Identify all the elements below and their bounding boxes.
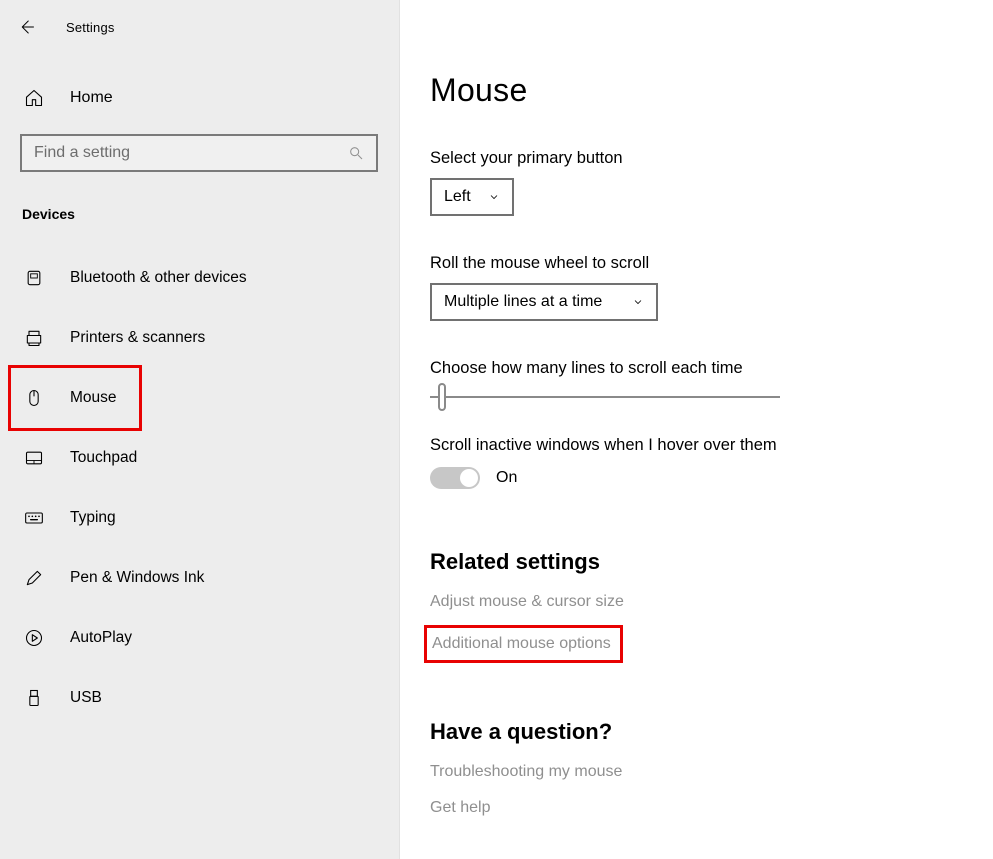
sidebar-item-autoplay[interactable]: AutoPlay [0,608,399,668]
mouse-icon [24,388,44,408]
related-heading: Related settings [430,549,963,575]
page-title: Mouse [430,72,963,109]
sidebar-item-pen[interactable]: Pen & Windows Ink [0,548,399,608]
lines-label: Choose how many lines to scroll each tim… [430,359,963,378]
link-get-help[interactable]: Get help [430,799,963,817]
sidebar-item-usb[interactable]: USB [0,668,399,728]
sidebar-item-label: USB [70,689,102,707]
sidebar-item-label: Typing [70,509,116,527]
search-input[interactable] [34,144,348,162]
touchpad-icon [24,448,44,468]
primary-button-combo[interactable]: Left [430,178,514,216]
sidebar-item-label: Pen & Windows Ink [70,569,204,587]
autoplay-icon [24,628,44,648]
wheel-combo[interactable]: Multiple lines at a time [430,283,658,321]
lines-slider[interactable] [430,396,780,398]
sidebar-item-label: Printers & scanners [70,329,205,347]
primary-button-label: Select your primary button [430,149,963,168]
usb-icon [24,688,44,708]
toggle-knob [460,469,478,487]
nav-home-label: Home [70,89,113,107]
window-title: Settings [66,20,115,35]
nav-home[interactable]: Home [0,76,399,120]
pen-icon [24,568,44,588]
printer-icon [24,328,44,348]
keyboard-icon [24,508,44,528]
slider-thumb[interactable] [438,383,446,411]
sidebar-nav: Bluetooth & other devices Printers & sca… [0,248,399,728]
sidebar-item-label: AutoPlay [70,629,132,647]
wheel-label: Roll the mouse wheel to scroll [430,254,963,273]
sidebar-section-label: Devices [0,172,399,222]
question-heading: Have a question? [430,719,963,745]
primary-button-value: Left [444,188,471,206]
sidebar-item-mouse[interactable]: Mouse [0,368,399,428]
link-additional-mouse[interactable]: Additional mouse options [432,635,611,653]
chevron-down-icon [488,191,500,203]
inactive-state: On [496,469,517,487]
sidebar-item-printers[interactable]: Printers & scanners [0,308,399,368]
sidebar-item-label: Bluetooth & other devices [70,269,247,287]
inactive-label: Scroll inactive windows when I hover ove… [430,436,963,455]
arrow-left-icon [17,18,35,36]
chevron-down-icon [632,296,644,308]
search-box[interactable] [20,134,378,172]
content-pane: Mouse Select your primary button Left Ro… [400,0,993,859]
sidebar-item-label: Mouse [70,389,117,407]
title-bar: Settings [0,8,399,46]
home-icon [24,88,44,108]
sidebar-item-typing[interactable]: Typing [0,488,399,548]
back-button[interactable] [14,15,38,39]
link-adjust-cursor[interactable]: Adjust mouse & cursor size [430,593,963,611]
search-icon [348,145,364,161]
wheel-value: Multiple lines at a time [444,293,602,311]
link-troubleshoot[interactable]: Troubleshooting my mouse [430,763,963,781]
sidebar-item-bluetooth[interactable]: Bluetooth & other devices [0,248,399,308]
bluetooth-icon [24,268,44,288]
sidebar: Settings Home Devices Bluetooth & ot [0,0,400,859]
sidebar-item-touchpad[interactable]: Touchpad [0,428,399,488]
sidebar-item-label: Touchpad [70,449,137,467]
inactive-toggle[interactable] [430,467,480,489]
